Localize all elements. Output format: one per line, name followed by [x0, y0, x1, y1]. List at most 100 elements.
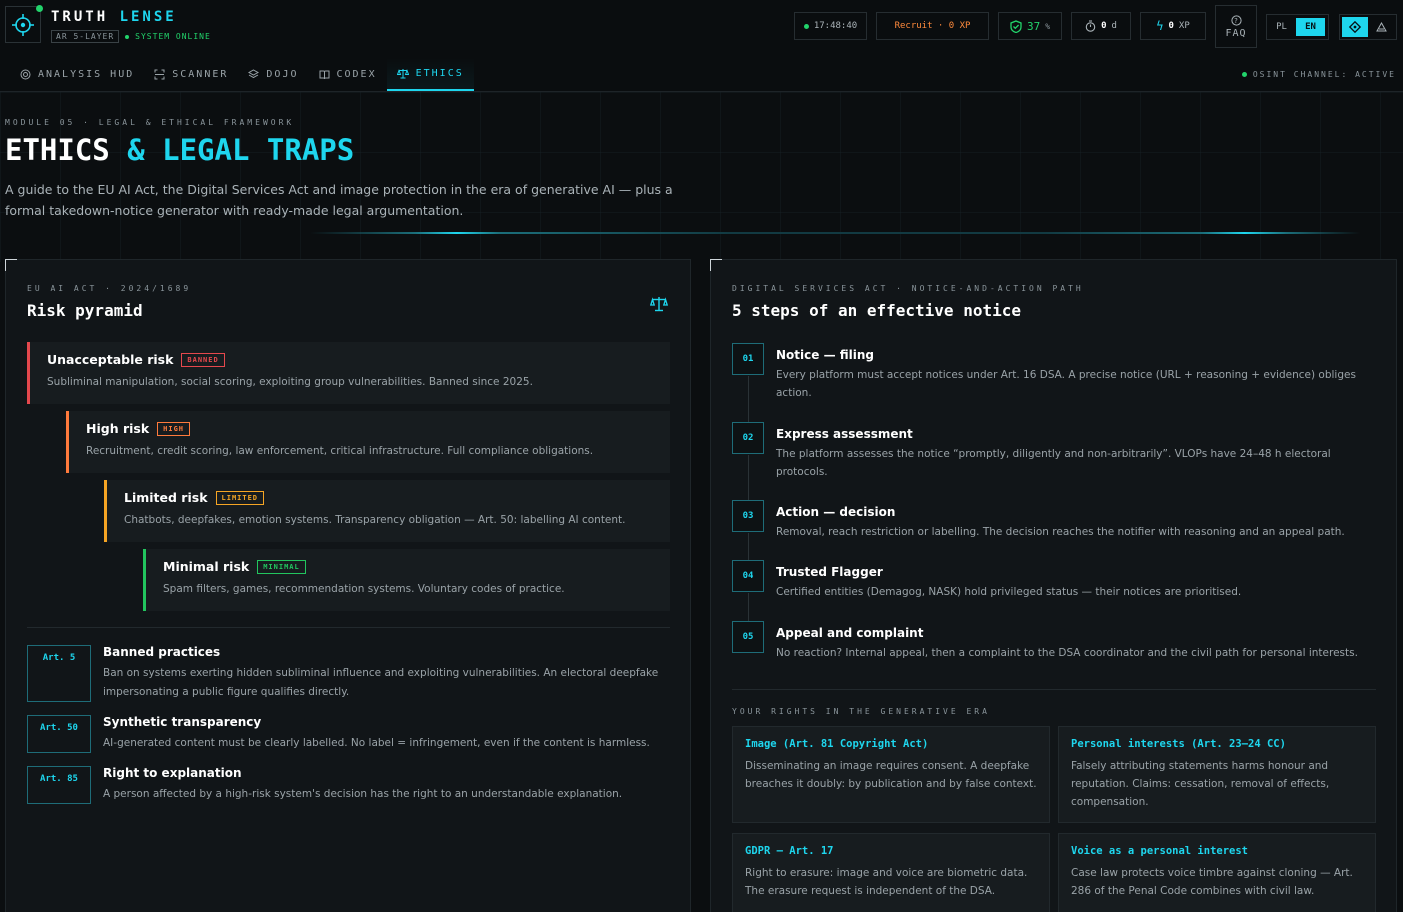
status-dot — [125, 34, 130, 39]
article-text: Ban on systems exerting hidden sublimina… — [103, 667, 659, 698]
panel-title: 5 steps of an effective notice — [732, 301, 1021, 320]
online-indicator — [36, 5, 43, 12]
rights-card[interactable]: Personal interests (Art. 23–24 CC) False… — [1058, 726, 1376, 823]
step-number: 02 — [732, 422, 764, 454]
step-text: No reaction? Internal appeal, then a com… — [776, 647, 1358, 659]
rights-card-text: Right to erasure: image and voice are bi… — [745, 867, 1028, 897]
rights-card[interactable]: Image (Art. 81 Copyright Act) Disseminat… — [732, 726, 1050, 823]
step-text: Certified entities (Demagog, NASK) hold … — [776, 586, 1242, 598]
xp-stat: ϟ 0 XP — [1140, 12, 1206, 40]
step-text: Removal, reach restriction or labelling.… — [776, 526, 1345, 538]
book-icon — [319, 70, 329, 80]
panel-corner — [5, 259, 17, 271]
rights-card-title: Voice as a personal interest — [1071, 845, 1249, 857]
panel-corner — [710, 259, 722, 271]
lang-pl-button[interactable]: PL — [1267, 18, 1296, 36]
language-switch: PL EN — [1266, 14, 1329, 40]
rights-kicker: YOUR RIGHTS IN THE GENERATIVE ERA — [732, 707, 990, 716]
rank-badge[interactable]: Recruit · 0 XP — [876, 12, 989, 40]
step-title: Action — decision — [776, 505, 896, 519]
step-title: Express assessment — [776, 427, 913, 441]
article-text: AI-generated content must be clearly lab… — [103, 737, 650, 749]
system-status: SYSTEM ONLINE — [135, 32, 211, 41]
tier-badge: BANNED — [181, 352, 225, 367]
step-text: Every platform must accept notices under… — [776, 369, 1356, 399]
step-text: The platform assesses the notice “prompt… — [776, 448, 1331, 478]
risk-tier-minimal[interactable]: Minimal risk MINIMAL Spam filters, games,… — [143, 549, 670, 611]
hero-divider — [310, 232, 1360, 234]
tab-codex[interactable]: CODEX — [309, 58, 387, 91]
scale-icon — [396, 69, 409, 79]
tier-badge: HIGH — [157, 421, 191, 436]
step-number: 03 — [732, 500, 764, 532]
rights-card[interactable]: Voice as a personal interest Case law pr… — [1058, 833, 1376, 912]
rights-card[interactable]: GDPR — Art. 17 Right to erasure: image a… — [732, 833, 1050, 912]
module-label: MODULE 05 · LEGAL & ETHICAL FRAMEWORK — [5, 118, 295, 127]
osint-dot — [1241, 72, 1247, 77]
lang-en-button[interactable]: EN — [1296, 18, 1325, 36]
tab-scanner[interactable]: SCANNER — [144, 58, 238, 91]
rights-card-title: Personal interests (Art. 23–24 CC) — [1071, 738, 1286, 750]
svg-text:?: ? — [1234, 17, 1239, 25]
osint-status: OSINT CHANNEL: ACTIVE — [1241, 70, 1396, 79]
panel-kicker: EU AI ACT · 2024/1689 — [27, 284, 192, 293]
main-nav: ANALYSIS HUD SCANNER DOJO CODEX ETHICS — [10, 58, 474, 92]
rights-card-title: GDPR — Art. 17 — [745, 845, 834, 857]
mode-hud-button[interactable] — [1342, 17, 1368, 37]
rights-card-title: Image (Art. 81 Copyright Act) — [745, 738, 929, 750]
brand-subtitle: AR 5-LAYER SYSTEM ONLINE — [51, 30, 211, 43]
article-item: Art. 85 Right to explanation A person af… — [27, 766, 667, 804]
step-connector — [748, 376, 749, 422]
mode-alt-button[interactable] — [1368, 17, 1394, 37]
app-logo[interactable] — [5, 6, 41, 43]
article-title: Banned practices — [103, 645, 221, 659]
shield-icon — [1010, 19, 1022, 33]
article-title: Synthetic transparency — [103, 715, 262, 729]
clock-dot — [803, 23, 809, 29]
view-mode-switch — [1339, 14, 1397, 40]
tier-description: Subliminal manipulation, social scoring,… — [47, 376, 533, 388]
step-title: Trusted Flagger — [776, 565, 883, 579]
risk-tier-unacceptable[interactable]: Unacceptable risk BANNED Subliminal manip… — [27, 342, 670, 404]
tier-badge: MINIMAL — [257, 559, 306, 574]
help-icon: ? — [1230, 14, 1242, 26]
page-title: ETHICS & LEGAL TRAPS — [5, 133, 355, 167]
article-item: Art. 50 Synthetic transparency AI-genera… — [27, 715, 667, 753]
panel-title: Risk pyramid — [27, 301, 143, 320]
rights-card-text: Case law protects voice timbre against c… — [1071, 867, 1353, 897]
rights-card-text: Disseminating an image requires consent.… — [745, 760, 1037, 790]
bolt-icon: ϟ — [1156, 19, 1164, 33]
tier-badge: LIMITED — [215, 490, 265, 505]
article-title: Right to explanation — [103, 766, 242, 780]
step-title: Notice — filing — [776, 348, 874, 362]
clock: 17:48:40 — [794, 12, 867, 40]
article-tag: Art. 85 — [27, 766, 91, 804]
layers-icon — [248, 69, 260, 79]
tab-dojo[interactable]: DOJO — [238, 58, 308, 91]
tab-ethics[interactable]: ETHICS — [386, 58, 474, 91]
timer-icon — [1085, 20, 1096, 32]
risk-tier-limited[interactable]: Limited risk LIMITED Chatbots, deepfakes,… — [104, 480, 670, 542]
step-connector — [748, 455, 749, 500]
layer-tag: AR 5-LAYER — [51, 30, 120, 43]
rights-card-text: Falsely attributing statements harms hon… — [1071, 760, 1330, 808]
dsa-steps-panel: DIGITAL SERVICES ACT · NOTICE-AND-ACTION… — [710, 259, 1397, 912]
scale-icon — [649, 296, 669, 316]
faq-button[interactable]: ? FAQ — [1215, 5, 1257, 48]
step-number: 04 — [732, 560, 764, 592]
tab-analysis-hud[interactable]: ANALYSIS HUD — [10, 58, 144, 91]
article-item: Art. 5 Banned practices Ban on systems e… — [27, 645, 667, 702]
target-icon — [20, 69, 31, 80]
crosshair-icon — [12, 13, 34, 36]
app-title: TRUTH LENSE — [51, 9, 177, 25]
score-stat: 37% — [998, 12, 1062, 40]
step-title: Appeal and complaint — [776, 626, 924, 640]
tier-description: Recruitment, credit scoring, law enforce… — [86, 445, 594, 457]
scan-icon — [154, 69, 165, 80]
risk-tier-high[interactable]: High risk HIGH Recruitment, credit scorin… — [66, 411, 670, 473]
tier-description: Chatbots, deepfakes, emotion systems. Tr… — [124, 514, 626, 526]
risk-pyramid-panel: EU AI ACT · 2024/1689 Risk pyramid Unacc… — [5, 259, 691, 912]
tier-name: Unacceptable risk — [47, 352, 174, 367]
article-text: A person affected by a high-risk system'… — [103, 788, 623, 800]
step-number: 01 — [732, 343, 764, 375]
